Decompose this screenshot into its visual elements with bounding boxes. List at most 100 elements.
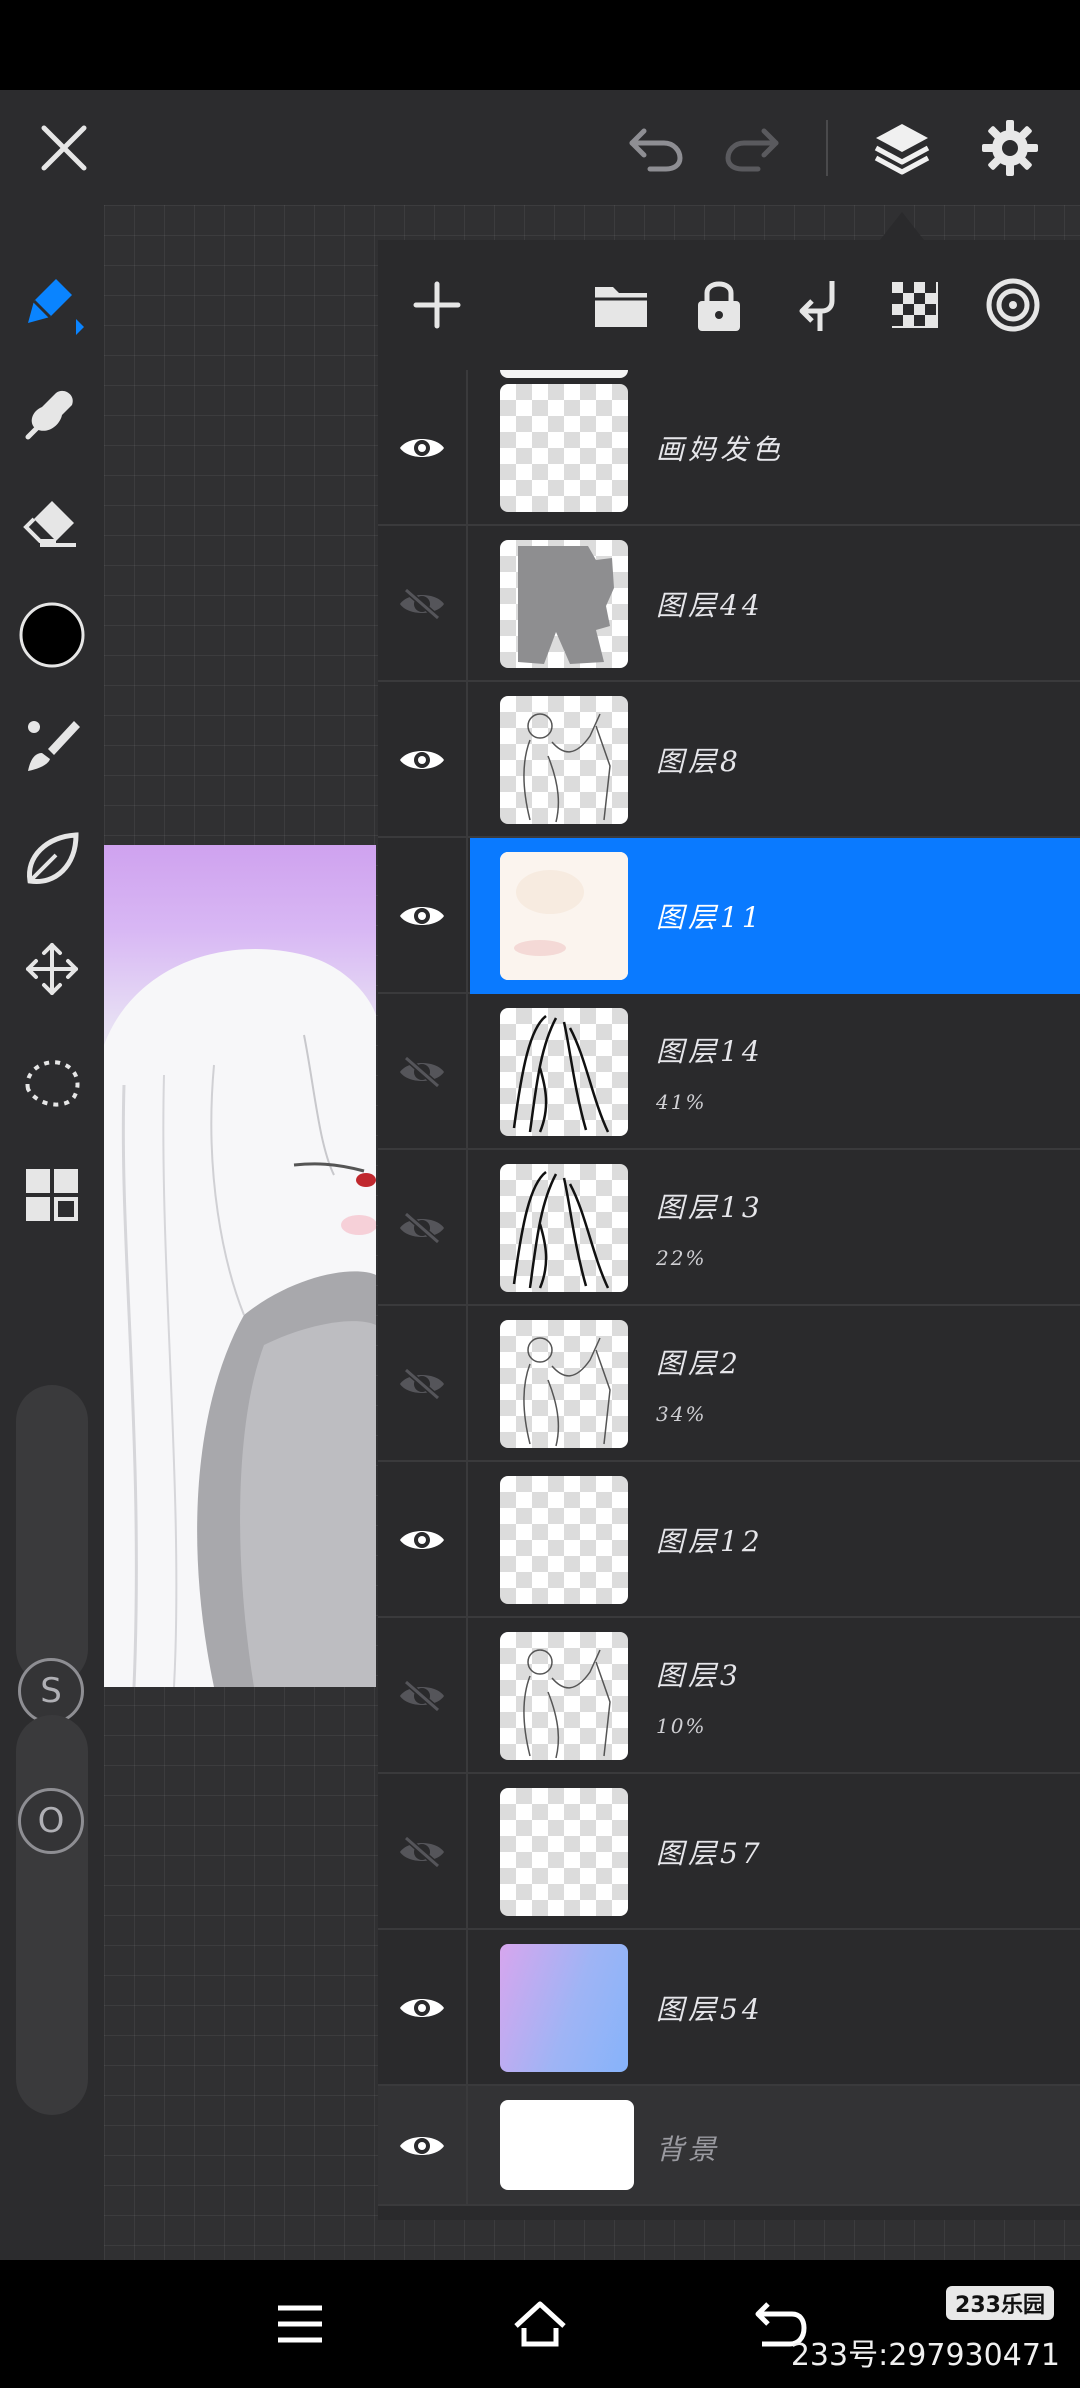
- undo-icon[interactable]: [620, 112, 692, 184]
- layer-thumbnail: [500, 1164, 628, 1292]
- folder-icon[interactable]: [586, 270, 656, 340]
- opacity-slider-handle[interactable]: O: [18, 1788, 84, 1854]
- eye-open-icon[interactable]: [378, 1462, 468, 1618]
- redo-icon[interactable]: [716, 112, 788, 184]
- layer-name: 图层8: [656, 745, 742, 778]
- watermark-text: 233号:297930471: [790, 2338, 1060, 2373]
- layer-opacity: 34%: [656, 1402, 707, 1426]
- lasso-icon[interactable]: [14, 1045, 90, 1121]
- layer-row[interactable]: 图层11: [378, 838, 1080, 994]
- menu-icon[interactable]: [264, 2288, 336, 2360]
- opacity-slider-track[interactable]: [16, 1715, 88, 2115]
- drawing-app: S O 画妈发色 图层44 图层8 图层11 图层14 41% 图层13 22%…: [0, 90, 1080, 2260]
- layer-body[interactable]: 图层57: [470, 1774, 1080, 1930]
- layer-opacity: 10%: [656, 1714, 707, 1738]
- pencil-icon[interactable]: [14, 265, 90, 341]
- eraser-icon[interactable]: [14, 485, 90, 561]
- layer-body[interactable]: 图层12: [470, 1462, 1080, 1618]
- layer-thumbnail: [500, 1632, 628, 1760]
- layer-row[interactable]: 图层57: [378, 1774, 1080, 1930]
- toolbar-divider: [826, 120, 828, 176]
- layer-row[interactable]: 图层54: [378, 1930, 1080, 2086]
- left-toolbar: S O: [0, 205, 104, 2260]
- layers-panel-toolbar: [378, 240, 1080, 370]
- move-arrows-icon[interactable]: [14, 931, 90, 1007]
- layer-thumbnail: [500, 1788, 628, 1916]
- lock-icon[interactable]: [684, 270, 754, 340]
- layer-name: 图层13: [656, 1191, 764, 1224]
- merge-down-icon[interactable]: [782, 270, 852, 340]
- grid-icon[interactable]: [14, 1157, 90, 1233]
- system-nav-bar: 233乐园 233号:297930471: [0, 2260, 1080, 2388]
- status-bar: [0, 0, 1080, 90]
- layer-thumbnail: [500, 384, 628, 512]
- layer-thumbnail: [500, 1944, 628, 2072]
- home-icon[interactable]: [504, 2288, 576, 2360]
- layer-name: 图层3: [656, 1659, 742, 1692]
- layers-icon[interactable]: [866, 112, 938, 184]
- layer-opacity: 41%: [656, 1090, 707, 1114]
- layer-row[interactable]: 图层14 41%: [378, 994, 1080, 1150]
- eye-hidden-icon[interactable]: [378, 526, 468, 682]
- eye-hidden-icon[interactable]: [378, 1306, 468, 1462]
- checker-icon[interactable]: [880, 270, 950, 340]
- watermark-logo: 233乐园: [946, 2286, 1054, 2320]
- eye-open-icon[interactable]: [378, 2086, 468, 2206]
- layer-row[interactable]: 图层3 10%: [378, 1618, 1080, 1774]
- layer-thumbnail: [500, 1008, 628, 1136]
- close-icon[interactable]: [28, 112, 100, 184]
- layer-row[interactable]: 图层13 22%: [378, 1150, 1080, 1306]
- add-layer-icon[interactable]: [402, 270, 472, 340]
- layer-body[interactable]: 图层11: [470, 838, 1080, 994]
- eye-open-icon[interactable]: [378, 370, 468, 526]
- eye-hidden-icon[interactable]: [378, 994, 468, 1150]
- eye-hidden-icon[interactable]: [378, 1774, 468, 1930]
- eye-open-icon[interactable]: [378, 1930, 468, 2086]
- artwork-illustration: [104, 949, 376, 1687]
- layer-name: 背景: [656, 2133, 721, 2166]
- eye-hidden-icon[interactable]: [378, 1150, 468, 1306]
- layer-thumbnail: [500, 696, 628, 824]
- layer-name: 图层11: [656, 901, 764, 934]
- layer-row[interactable]: 画妈发色: [378, 370, 1080, 526]
- layer-body[interactable]: 画妈发色: [470, 370, 1080, 526]
- size-slider-track[interactable]: [16, 1385, 88, 1685]
- layer-body[interactable]: 图层44: [470, 526, 1080, 682]
- layer-body[interactable]: 背景: [470, 2086, 1080, 2206]
- artwork-preview[interactable]: [104, 845, 376, 1687]
- target-icon[interactable]: [978, 270, 1048, 340]
- layer-opacity: 22%: [656, 1246, 707, 1270]
- layer-name: 图层2: [656, 1347, 742, 1380]
- layer-body[interactable]: 图层54: [470, 1930, 1080, 2086]
- layer-thumbnail: [500, 1476, 628, 1604]
- brush-icon[interactable]: [14, 707, 90, 783]
- layer-body[interactable]: 图层14 41%: [470, 994, 1080, 1150]
- layer-thumbnail: [500, 540, 628, 668]
- layer-row[interactable]: 图层12: [378, 1462, 1080, 1618]
- layer-row[interactable]: 图层2 34%: [378, 1306, 1080, 1462]
- layer-thumbnail: [500, 2100, 634, 2190]
- eye-hidden-icon[interactable]: [378, 1618, 468, 1774]
- layer-row[interactable]: 图层44: [378, 526, 1080, 682]
- layer-body[interactable]: 图层8: [470, 682, 1080, 838]
- eye-open-icon[interactable]: [378, 682, 468, 838]
- gear-icon[interactable]: [974, 112, 1046, 184]
- layer-name: 图层57: [656, 1837, 764, 1870]
- layer-name: 图层12: [656, 1525, 764, 1558]
- layer-thumbnail: [500, 852, 628, 980]
- panel-caret: [880, 212, 924, 240]
- color-swatch-icon[interactable]: [14, 597, 90, 673]
- leaf-icon[interactable]: [14, 821, 90, 897]
- layers-panel: 画妈发色图层44 图层8 图层11 图层14 41% 图层13 22% 图层2 34% 图层12 图…: [378, 240, 1080, 2220]
- layer-name: 图层44: [656, 589, 764, 622]
- layer-body[interactable]: 图层13 22%: [470, 1150, 1080, 1306]
- layer-row[interactable]: 图层8: [378, 682, 1080, 838]
- eye-open-icon[interactable]: [378, 838, 468, 994]
- layer-name: 图层14: [656, 1035, 764, 1068]
- smudge-icon[interactable]: [14, 373, 90, 449]
- layer-body[interactable]: 图层3 10%: [470, 1618, 1080, 1774]
- layer-row[interactable]: 背景: [378, 2086, 1080, 2206]
- layer-name: 图层54: [656, 1993, 764, 2026]
- layer-body[interactable]: 图层2 34%: [470, 1306, 1080, 1462]
- layer-name: 画妈发色: [656, 433, 785, 466]
